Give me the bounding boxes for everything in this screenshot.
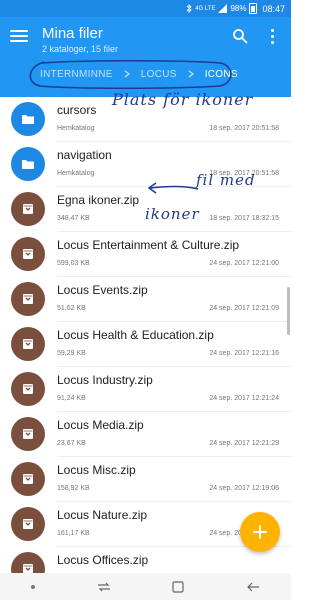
list-item[interactable]: Locus Health & Education.zip 59,29 KB 24 s…: [0, 322, 291, 367]
list-item[interactable]: Locus Media.zip 23,67 KB 24 sep. 2017 12:2…: [0, 412, 291, 457]
hand-drawn-arrow: [147, 182, 199, 194]
archive-icon: [23, 384, 33, 394]
archive-icon: [23, 429, 33, 439]
zip-badge: [11, 327, 45, 361]
file-name: Locus Nature.zip: [57, 508, 148, 522]
file-meta: Hemkatalog: [57, 125, 95, 132]
menu-icon[interactable]: [10, 27, 28, 45]
zip-badge: [11, 237, 45, 271]
file-meta: 158,92 KB: [57, 485, 90, 492]
home-icon[interactable]: [172, 580, 184, 593]
list-item[interactable]: Locus Entertainment & Culture.zip 599,03 …: [0, 232, 291, 277]
file-name: Locus Health & Education.zip: [57, 328, 214, 342]
file-name: Locus Industry.zip: [57, 373, 153, 387]
folder-badge: [11, 147, 45, 181]
file-name: Locus Events.zip: [57, 283, 148, 297]
list-item[interactable]: Locus Industry.zip 91,24 KB 24 sep. 2017 1…: [0, 367, 291, 412]
file-date: 24 sep. 2017 12:19:06: [209, 485, 279, 492]
file-meta: 599,03 KB: [57, 260, 90, 267]
file-meta: 51,62 KB: [57, 305, 86, 312]
file-date: 24 sep. 2017 12:21:16: [209, 350, 279, 357]
app-bar: Mina filer 2 kataloger, 15 filer INTERNM…: [0, 17, 291, 97]
search-icon[interactable]: [232, 28, 248, 44]
archive-icon: [23, 564, 33, 573]
list-item[interactable]: Locus Offices.zip: [0, 547, 291, 573]
more-icon[interactable]: [268, 28, 276, 45]
handwritten-note: ikoner: [145, 205, 200, 223]
file-date: 24 sep. 2017 12:21:24: [209, 395, 279, 402]
page-title: Mina filer: [42, 25, 103, 42]
file-name: Locus Media.zip: [57, 418, 144, 432]
file-name: Locus Misc.zip: [57, 463, 136, 477]
archive-icon: [23, 474, 33, 484]
add-button[interactable]: [240, 512, 280, 552]
file-date: 18 sep. 2017 18:32:15: [209, 215, 279, 222]
file-meta: Hemkatalog: [57, 170, 95, 177]
clock: 08:47: [262, 3, 285, 14]
archive-icon: [23, 249, 33, 259]
zip-badge: [11, 192, 45, 226]
file-meta: 91,24 KB: [57, 395, 86, 402]
status-bar: 4G LTE 98% 08:47: [0, 0, 291, 17]
folder-icon: [22, 115, 34, 124]
file-list: cursors Hemkatalog 18 sep. 2017 20:51:58 na…: [0, 97, 291, 573]
file-meta: 59,29 KB: [57, 350, 86, 357]
archive-icon: [23, 519, 33, 529]
bluetooth-icon: [186, 4, 192, 13]
recents-icon[interactable]: [97, 582, 111, 592]
zip-badge: [11, 417, 45, 451]
file-date: 24 sep. 2017 12:21:29: [209, 440, 279, 447]
folder-icon: [22, 160, 34, 169]
file-name: Egna ikoner.zip: [57, 193, 140, 207]
file-name: Locus Entertainment & Culture.zip: [57, 238, 240, 252]
list-item[interactable]: Locus Misc.zip 158,92 KB 24 sep. 2017 12:1…: [0, 457, 291, 502]
page-subtitle: 2 kataloger, 15 filer: [42, 44, 119, 54]
list-item[interactable]: Locus Events.zip 51,62 KB 24 sep. 2017 12:…: [0, 277, 291, 322]
status-icons: 4G LTE 98%: [186, 3, 258, 14]
zip-badge: [11, 507, 45, 541]
file-name: cursors: [57, 103, 97, 117]
nav-dot-icon[interactable]: [30, 584, 35, 589]
file-name: Locus Offices.zip: [57, 553, 149, 567]
signal-icon: [218, 4, 228, 13]
system-nav-bar: [0, 573, 291, 600]
hand-drawn-ellipse: [29, 59, 232, 89]
file-date: 24 sep. 2017 12:21:00: [209, 260, 279, 267]
file-meta: 23,67 KB: [57, 440, 86, 447]
network-label: 4G LTE: [195, 5, 216, 12]
scrollbar[interactable]: [287, 287, 290, 335]
zip-badge: [11, 282, 45, 316]
archive-icon: [23, 294, 33, 304]
battery-percent: 98%: [230, 4, 247, 13]
archive-icon: [23, 204, 33, 214]
zip-badge: [11, 552, 45, 573]
handwritten-note: Plats för ikoner: [112, 90, 254, 109]
file-date: 24 sep. 2017 12:21:09: [209, 305, 279, 312]
folder-badge: [11, 102, 45, 136]
file-date: 18 sep. 2017 20:51:58: [209, 125, 279, 132]
file-meta: 348,47 KB: [57, 215, 90, 222]
handwritten-note: fil med: [196, 171, 256, 189]
archive-icon: [23, 339, 33, 349]
zip-badge: [11, 372, 45, 406]
zip-badge: [11, 462, 45, 496]
add-icon: [253, 525, 267, 539]
file-name: navigation: [57, 148, 112, 162]
battery-icon: [249, 3, 258, 14]
back-icon[interactable]: [246, 582, 260, 592]
file-meta: 161,17 KB: [57, 530, 90, 537]
